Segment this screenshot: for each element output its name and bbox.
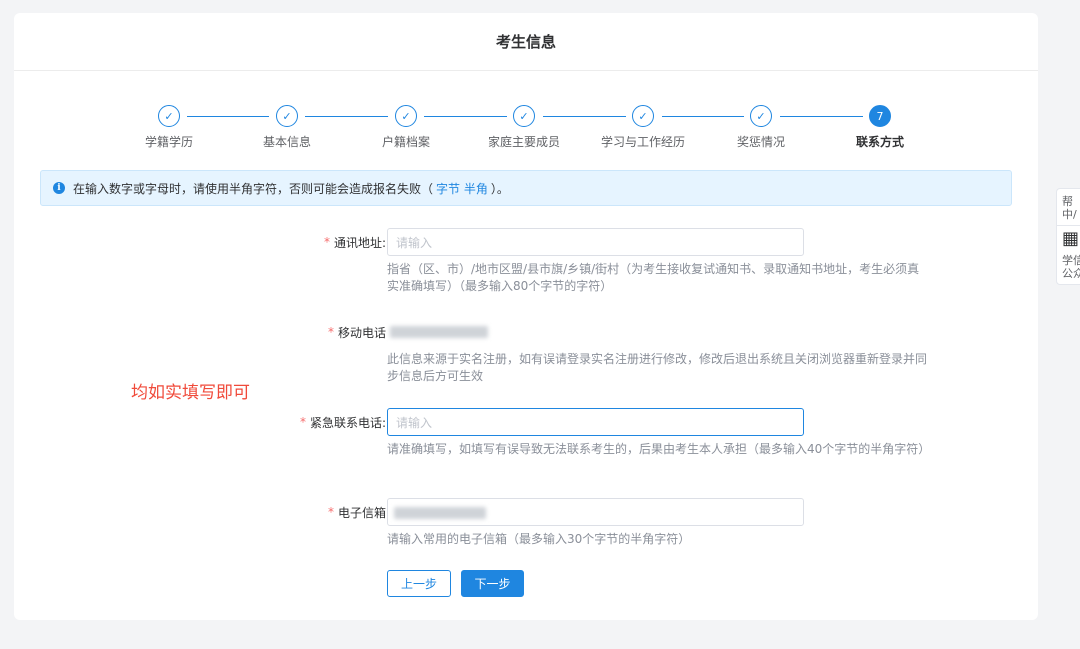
check-icon: ✓ [158,105,180,127]
address-label-text: 通讯地址: [333,235,386,250]
address-label: * 通讯地址: [324,228,386,256]
step-label: 奖惩情况 [736,135,785,149]
step-label: 联系方式 [855,135,904,149]
emergency-label-text: 紧急联系电话: [309,415,386,430]
email-value-redacted [394,507,486,519]
info-icon: i [53,182,65,194]
emergency-hint: 请准确填写，如填写有误导致无法联系考生的，后果由考生本人承担（最多输入40个字节… [387,442,931,456]
address-input[interactable]: 请输入 [387,228,804,256]
step-basic-info[interactable]: ✓ 基本信息 [222,105,352,150]
emergency-placeholder: 请输入 [396,415,433,430]
mobile-label-text: 移动电话 [337,325,386,340]
notice-text: 在输入数字或字母时，请使用半角字符，否则可能会造成报名失败（ [73,181,434,196]
emergency-label: * 紧急联系电话: [300,408,386,436]
emergency-phone-input[interactable]: 请输入 [387,408,804,436]
required-mark: * [299,415,306,429]
notice-text-end: ）。 [490,181,509,196]
card-header: 考生信息 [14,13,1038,71]
step-label: 基本信息 [262,135,311,149]
prev-step-button[interactable]: 上一步 [387,570,451,597]
check-icon: ✓ [513,105,535,127]
check-icon: ✓ [750,105,772,127]
qr-code-icon[interactable]: ▦ [1057,226,1080,248]
main-card: 考生信息 ✓ 学籍学历 ✓ 基本信息 ✓ 户籍档案 ✓ 家庭主要成员 ✓ 学习与… [14,13,1038,620]
address-placeholder: 请输入 [396,235,433,250]
email-label: * 电子信箱 [328,498,386,526]
required-mark: * [327,505,334,519]
handwritten-annotation: 均如实填写即可 [131,383,250,403]
email-hint: 请输入常用的电子信箱（最多输入30个字节的半角字符） [387,532,691,546]
check-icon: ✓ [395,105,417,127]
step-label: 学习与工作经历 [600,135,685,149]
mobile-hint: 此信息来源于实名注册，如有误请登录实名注册进行修改，修改后退出系统且关闭浏览器重… [387,352,928,383]
step-label: 家庭主要成员 [487,135,560,149]
check-icon: ✓ [632,105,654,127]
step-household[interactable]: ✓ 户籍档案 [341,105,471,150]
half-width-notice: i 在输入数字或字母时，请使用半角字符，否则可能会造成报名失败（ 字节 半角 ）… [40,170,1012,206]
mobile-value-redacted [390,326,488,338]
step-number-badge: 7 [869,105,891,127]
mobile-label: * 移动电话 [328,318,386,346]
page-title: 考生信息 [495,33,556,51]
step-label: 学籍学历 [144,135,193,149]
step-contact[interactable]: 7 联系方式 [815,105,945,150]
next-step-button[interactable]: 下一步 [461,570,524,597]
help-center-link[interactable]: 帮 中/ [1057,189,1080,225]
required-mark: * [323,235,330,249]
email-input[interactable] [387,498,804,526]
half-width-link[interactable]: 字节 半角 [436,180,488,197]
address-hint: 指省（区、市）/地市区盟/县市旗/乡镇/街村（为考生接收复试通知书、录取通知书地… [387,262,920,293]
side-float-panel: 帮 中/ ▦ 学信 公众 [1056,188,1080,285]
progress-steps: ✓ 学籍学历 ✓ 基本信息 ✓ 户籍档案 ✓ 家庭主要成员 ✓ 学习与工作经历 … [14,105,1038,155]
step-xueji[interactable]: ✓ 学籍学历 [104,105,234,150]
step-study-work[interactable]: ✓ 学习与工作经历 [578,105,708,150]
step-family[interactable]: ✓ 家庭主要成员 [459,105,589,150]
step-rewards[interactable]: ✓ 奖惩情况 [696,105,826,150]
email-label-text: 电子信箱 [337,505,386,520]
step-label: 户籍档案 [381,135,430,149]
check-icon: ✓ [276,105,298,127]
wechat-account-link[interactable]: 学信 公众 [1057,248,1080,284]
required-mark: * [327,325,334,339]
